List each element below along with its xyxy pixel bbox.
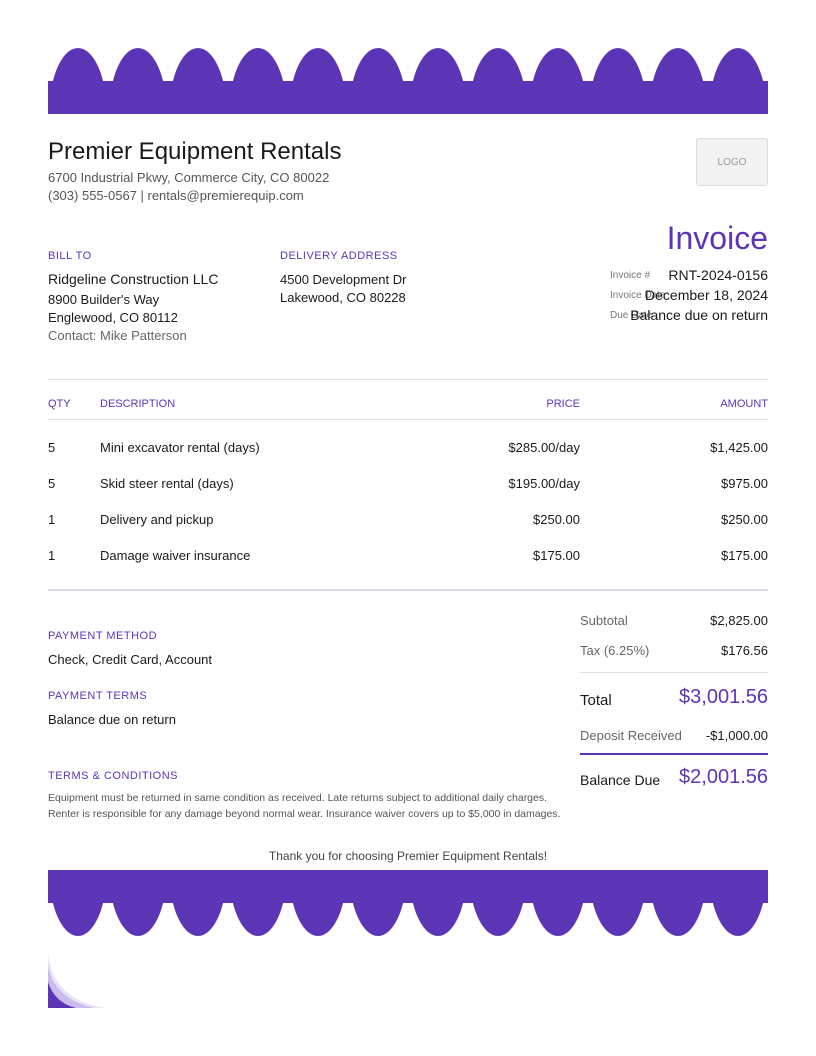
thank-you-note: Thank you for choosing Premier Equipment…	[268, 849, 548, 863]
row-qty: 5	[48, 440, 56, 455]
table-header-rule	[48, 419, 768, 420]
balance-due-rule	[580, 753, 768, 755]
delivery-address-label: DELIVERY ADDRESS	[280, 250, 398, 262]
terms-line-2: Renter is responsible for any damage bey…	[48, 808, 561, 820]
row-qty: 5	[48, 476, 56, 491]
logo-placeholder: LOGO	[696, 138, 768, 186]
description-header: DESCRIPTION	[100, 398, 176, 410]
top-scallop-border	[48, 48, 768, 114]
bottom-scallop-border	[48, 870, 768, 936]
bill-to-label: BILL TO	[48, 250, 92, 262]
delivery-street: 4500 Development Dr	[280, 272, 407, 287]
row-description: Mini excavator rental (days)	[100, 440, 260, 455]
row-price: $195.00/day	[508, 476, 580, 491]
subtotal-label: Subtotal	[580, 613, 628, 628]
payment-terms-label: PAYMENT TERMS	[48, 690, 148, 702]
deposit-value: -$1,000.00	[705, 728, 768, 743]
subtotal-value: $2,825.00	[710, 613, 768, 628]
row-amount: $250.00	[721, 512, 768, 527]
corner-wave-decoration	[48, 952, 106, 1008]
company-name: Premier Equipment Rentals	[48, 138, 342, 165]
bottom-scallop-graphic	[48, 870, 768, 936]
payment-method: Check, Credit Card, Account	[48, 652, 213, 667]
row-amount: $1,425.00	[710, 440, 768, 455]
bill-to-name: Ridgeline Construction LLC	[48, 271, 219, 287]
delivery-city: Lakewood, CO 80228	[280, 290, 406, 305]
row-amount: $975.00	[721, 476, 768, 491]
qty-header: QTY	[48, 398, 71, 410]
amount-header: AMOUNT	[720, 398, 768, 410]
row-price: $250.00	[533, 512, 580, 527]
table-bottom-rule	[48, 589, 768, 591]
row-description: Skid steer rental (days)	[100, 476, 234, 491]
row-qty: 1	[48, 512, 56, 527]
payment-method-label: PAYMENT METHOD	[48, 630, 158, 642]
terms-line-1: Equipment must be returned in same condi…	[48, 792, 548, 804]
balance-due-label: Balance Due	[580, 772, 661, 788]
tax-label: Tax (6.25%)	[580, 643, 650, 658]
bill-to-street: 8900 Builder's Way	[48, 292, 160, 307]
row-price: $175.00	[533, 548, 580, 563]
deposit-label: Deposit Received	[580, 728, 682, 743]
due-date: Balance due on return	[630, 307, 768, 323]
total-value: $3,001.56	[679, 686, 768, 708]
top-scallop-graphic	[48, 48, 768, 114]
invoice-date: December 18, 2024	[645, 287, 768, 303]
company-address: 6700 Industrial Pkwy, Commerce City, CO …	[48, 170, 330, 185]
row-qty: 1	[48, 548, 56, 563]
row-price: $285.00/day	[508, 440, 580, 455]
tax-value: $176.56	[721, 643, 768, 658]
invoice-title: Invoice	[666, 220, 768, 256]
balance-due-value: $2,001.56	[679, 766, 768, 788]
company-contact: (303) 555-0567 | rentals@premierequip.co…	[48, 188, 304, 203]
total-label: Total	[580, 692, 612, 709]
totals-divider	[580, 672, 768, 673]
terms-conditions-label: TERMS & CONDITIONS	[48, 770, 179, 782]
invoice-number: RNT-2024-0156	[668, 267, 768, 283]
invoice-number-label: Invoice #	[610, 270, 651, 281]
price-header: PRICE	[546, 398, 580, 410]
row-amount: $175.00	[721, 548, 768, 563]
table-top-rule	[48, 379, 768, 380]
row-description: Damage waiver insurance	[100, 548, 251, 563]
bill-to-city: Englewood, CO 80112	[48, 310, 178, 325]
bill-to-contact: Contact: Mike Patterson	[48, 328, 187, 343]
row-description: Delivery and pickup	[100, 512, 214, 527]
payment-terms: Balance due on return	[48, 712, 176, 727]
